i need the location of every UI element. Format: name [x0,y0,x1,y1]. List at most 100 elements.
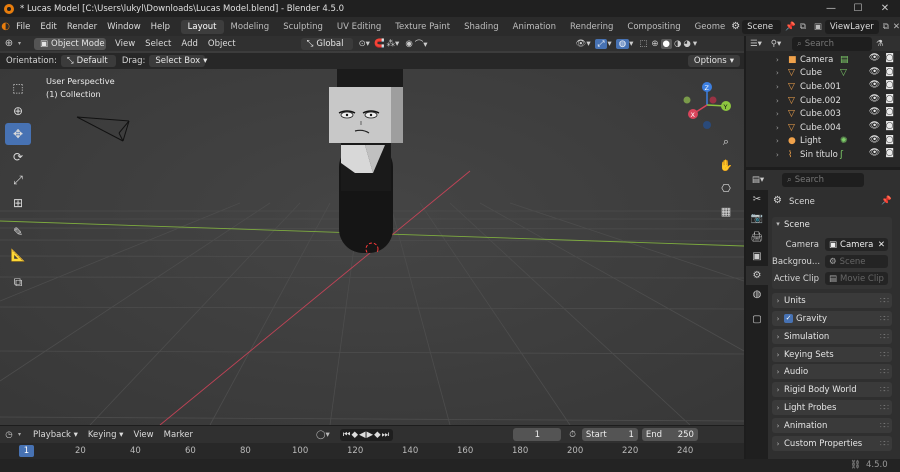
scene-icon[interactable]: ⚙ [731,21,740,32]
drag-handle-icon[interactable]: ∷∷ [880,385,889,394]
menu-add[interactable]: Add [176,39,202,49]
current-frame-field[interactable]: 1 [513,428,562,441]
menu-object[interactable]: Object [203,39,241,49]
material-shading-icon[interactable]: ◑ [674,39,681,49]
tab-geometry-nodes[interactable]: Geome [688,20,728,34]
properties-editor-icon[interactable]: ▤▾ [746,175,770,185]
solid-shading-icon[interactable]: ● [660,38,672,49]
timeline-marker-menu[interactable]: Marker [159,430,198,440]
panel-units[interactable]: › Units ∷∷ [772,293,892,308]
character-model[interactable] [325,63,425,253]
cursor-tool-icon[interactable]: ⊕ [5,100,31,122]
pivot-point-icon[interactable]: ⊙▾ [359,39,370,49]
record-icon[interactable]: ◯▾ [316,430,330,440]
outliner-row-cube-002[interactable]: › ▽ Cube.002 👁 ◙ [746,94,900,108]
outliner-row-cube-001[interactable]: › ▽ Cube.001 👁 ◙ [746,80,900,94]
overlays-toggle-icon[interactable]: ◍ [615,38,630,49]
maximize-button[interactable]: ☐ [843,0,873,17]
clear-camera-icon[interactable]: ✕ [878,240,885,250]
editor-type-chevron-icon[interactable]: ▾ [18,40,28,47]
expand-arrow-icon[interactable]: › [776,69,788,77]
prev-keyframe-icon[interactable]: ◆ [351,430,359,440]
pin-scene-icon[interactable]: 📌 [785,22,796,32]
display-mode-icon[interactable]: ⚲▾ [766,39,786,49]
tab-shading[interactable]: Shading [457,20,506,34]
drag-handle-icon[interactable]: ∷∷ [880,403,889,412]
drag-handle-icon[interactable]: ∷∷ [880,367,889,376]
render-camera-icon[interactable]: ◙ [885,121,894,131]
world-tab-icon[interactable]: ◍ [746,285,768,304]
tool-tab-icon[interactable]: ✂ [746,190,768,209]
remove-view-layer-icon[interactable]: ✕ [893,22,900,32]
scale-tool-icon[interactable]: ⤢ [5,169,31,191]
menu-view[interactable]: View [110,39,140,49]
panel-light-probes[interactable]: › Light Probes ∷∷ [772,400,892,415]
stopwatch-icon[interactable]: ⏱ [569,430,576,440]
active-clip-field[interactable]: ▤ Movie Clip [825,272,888,285]
eye-icon[interactable]: 👁 [869,121,880,131]
transform-tool-icon[interactable]: ⊞ [5,192,31,214]
panel-rigid-body-world[interactable]: › Rigid Body World ∷∷ [772,382,892,397]
panel-simulation[interactable]: › Simulation ∷∷ [772,329,892,344]
drag-handle-icon[interactable]: ∷∷ [880,439,889,448]
expand-arrow-icon[interactable]: › [776,56,788,64]
drag-dropdown[interactable]: Select Box ▾ [149,55,207,67]
proportional-edit-icon[interactable]: ◉ [405,39,412,49]
panel-animation[interactable]: › Animation ∷∷ [772,418,892,433]
play-reverse-icon[interactable]: ◀ [359,430,367,440]
new-view-layer-icon[interactable]: ⧉ [883,22,889,32]
expand-arrow-icon[interactable]: › [776,97,788,105]
transform-orientation-dropdown[interactable]: ⤡ Global [300,37,353,50]
gizmo-toggle-icon[interactable]: ⤢ [594,38,608,49]
end-frame-field[interactable]: End 250 [641,428,698,441]
annotate-tool-icon[interactable]: ✎ [5,221,31,243]
eye-icon[interactable]: 👁 [869,80,880,90]
navigation-gizmo[interactable]: Z Y X [680,79,740,135]
outliner-search-input[interactable]: ⌕ Search [792,36,872,51]
close-button[interactable]: ✕ [870,0,900,17]
pin-icon[interactable]: 📌 [881,196,892,206]
shading-options-icon[interactable]: ▾ [693,39,697,49]
collection-tab-icon[interactable]: ▢ [746,310,768,329]
outliner-row-camera[interactable]: › ■ Camera ▤ 👁 ◙ [746,53,900,67]
chevron-down-icon[interactable]: ▾ [18,431,28,438]
tab-rendering[interactable]: Rendering [563,20,620,34]
measure-tool-icon[interactable]: 📐 [5,244,31,266]
camera-object[interactable] [75,111,145,151]
tab-animation[interactable]: Animation [506,20,563,34]
move-tool-icon[interactable]: ✥ [5,123,31,145]
rendered-shading-icon[interactable]: ◕ [683,39,690,49]
mode-dropdown[interactable]: ▣ Object Mode [34,37,106,50]
tab-sculpting[interactable]: Sculpting [276,20,330,34]
panel-keying-sets[interactable]: › Keying Sets ∷∷ [772,347,892,362]
orientation-default-dropdown[interactable]: ⤡ Default [60,55,116,67]
background-scene-field[interactable]: ⚙ Scene [825,255,888,268]
xray-icon[interactable]: ⬚ [639,39,647,49]
render-camera-icon[interactable]: ◙ [885,135,894,145]
eye-icon[interactable]: 👁 [869,67,880,77]
timeline-keying-menu[interactable]: Keying ▾ [83,430,129,440]
pan-hand-icon[interactable]: ✋ [716,155,736,175]
render-camera-icon[interactable]: ◙ [885,53,894,63]
menu-edit[interactable]: Edit [35,22,61,32]
tab-uv-editing[interactable]: UV Editing [330,20,388,34]
camera-field[interactable]: ▣ Camera ✕ [825,238,888,251]
menu-window[interactable]: Window [102,22,146,32]
playhead-frame[interactable]: 1 [19,445,34,457]
render-camera-icon[interactable]: ◙ [885,80,894,90]
options-dropdown[interactable]: Options ▾ [687,55,740,67]
timeline-view-menu[interactable]: View [128,430,158,440]
timeline-editor-icon[interactable]: ◷ [0,430,18,440]
menu-select[interactable]: Select [140,39,176,49]
drag-handle-icon[interactable]: ∷∷ [880,421,889,430]
view-layer-icon[interactable]: ▣ [814,22,822,32]
rotate-tool-icon[interactable]: ⟳ [5,146,31,168]
outliner-row-cube-004[interactable]: › ▽ Cube.004 👁 ◙ [746,121,900,135]
gizmo-dropdown-icon[interactable]: ▾ [607,39,611,49]
render-camera-icon[interactable]: ◙ [885,148,894,158]
eye-icon[interactable]: 👁 [869,53,880,63]
menu-help[interactable]: Help [146,22,175,32]
render-camera-icon[interactable]: ◙ [885,107,894,117]
view-layer-tab-icon[interactable]: ▣ [746,247,768,266]
tab-layout[interactable]: Layout [180,19,224,34]
